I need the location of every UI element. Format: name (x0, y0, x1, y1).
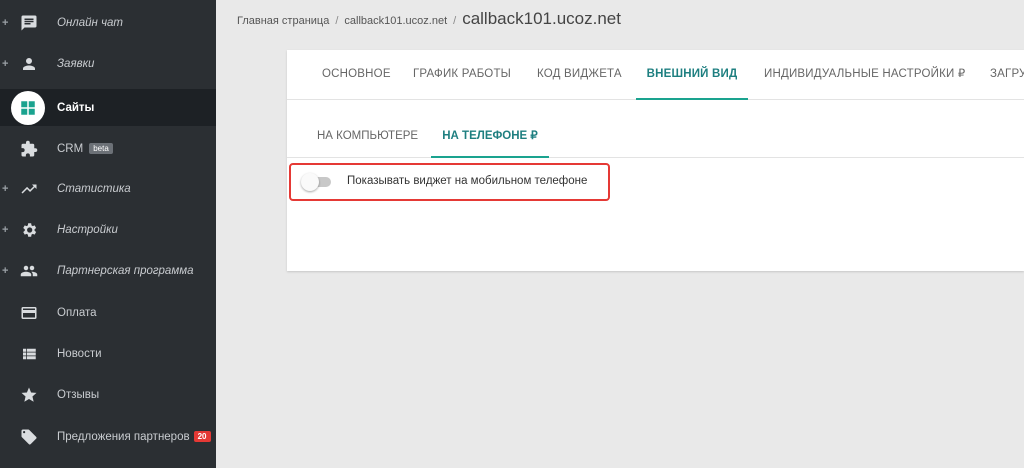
sidebar-item-crm[interactable]: CRM beta (0, 128, 216, 169)
sidebar-item-label: Оплата (57, 306, 97, 319)
count-badge: 20 (193, 430, 211, 442)
credit-card-icon (19, 303, 39, 323)
toggle-knob[interactable] (301, 173, 319, 191)
breadcrumb-separator: / (335, 15, 339, 27)
sidebar-item-label: Партнерская программа (57, 264, 194, 277)
partner-offers-label: Предложения партнеров (57, 430, 190, 443)
expand-icon[interactable]: + (2, 183, 8, 195)
sidebar-item-label: Предложения партнеров 20 (57, 431, 211, 443)
sidebar-item-label: Сайты (57, 101, 95, 114)
sidebar-item-label: Онлайн чат (57, 16, 124, 29)
expand-icon[interactable]: + (2, 265, 8, 277)
sidebar-item-requests[interactable]: + Заявки (0, 43, 216, 84)
tab-bar: ОСНОВНОЕ ГРАФИК РАБОТЫ КОД ВИДЖЕТА ВНЕШН… (287, 50, 1024, 100)
subtab-bar: НА КОМПЬЮТЕРЕ НА ТЕЛЕФОНЕ ₽ (287, 100, 1024, 158)
breadcrumb-site-link[interactable]: callback101.ucoz.net (344, 15, 447, 27)
sites-icon (11, 90, 45, 125)
sidebar-item-partner-offers[interactable]: Предложения партнеров 20 (0, 416, 216, 457)
breadcrumb-separator: / (453, 15, 457, 27)
chat-icon (19, 13, 39, 33)
tab-upload[interactable]: ЗАГРУ (990, 50, 1024, 100)
mobile-widget-toggle-row: Показывать виджет на мобильном телефоне (289, 163, 610, 201)
breadcrumb-home-link[interactable]: Главная страница (237, 15, 329, 27)
subtab-desktop[interactable]: НА КОМПЬЮТЕРЕ (317, 126, 418, 158)
sidebar-item-label: CRM beta (57, 143, 113, 155)
tab-widget-code[interactable]: КОД ВИДЖЕТА (537, 50, 622, 100)
tab-schedule[interactable]: ГРАФИК РАБОТЫ (413, 50, 511, 100)
tab-appearance[interactable]: ВНЕШНИЙ ВИД (636, 50, 748, 100)
people-icon (19, 261, 39, 281)
trending-up-icon (19, 179, 39, 199)
sidebar-item-label: Настройки (57, 223, 118, 236)
sidebar-item-label: Новости (57, 347, 102, 360)
crm-label: CRM (57, 142, 84, 155)
expand-icon[interactable]: + (2, 17, 8, 29)
expand-icon[interactable]: + (2, 58, 8, 70)
mobile-widget-toggle[interactable] (301, 173, 335, 191)
sidebar-item-label: Заявки (57, 57, 95, 70)
beta-badge: beta (89, 142, 113, 154)
settings-card: ОСНОВНОЕ ГРАФИК РАБОТЫ КОД ВИДЖЕТА ВНЕШН… (287, 50, 1024, 271)
sidebar-item-label: Статистика (57, 182, 131, 195)
sidebar-item-label: Отзывы (57, 388, 100, 401)
sidebar-item-payment[interactable]: Оплата (0, 292, 216, 333)
page-title: callback101.ucoz.net (462, 9, 621, 28)
star-icon (19, 385, 39, 405)
tab-individual-settings[interactable]: ИНДИВИДУАЛЬНЫЕ НАСТРОЙКИ ₽ (764, 50, 965, 100)
subtab-mobile[interactable]: НА ТЕЛЕФОНЕ ₽ (431, 126, 549, 158)
sidebar-item-settings[interactable]: + Настройки (0, 209, 216, 250)
sidebar: + Онлайн чат + Заявки Сайты CRM beta + Ст… (0, 0, 216, 468)
sidebar-item-sites[interactable]: Сайты (0, 89, 216, 126)
sidebar-item-reviews[interactable]: Отзывы (0, 374, 216, 415)
sidebar-item-news[interactable]: Новости (0, 333, 216, 374)
expand-icon[interactable]: + (2, 224, 8, 236)
person-icon (19, 54, 39, 74)
gear-icon (19, 220, 39, 240)
sidebar-item-partner-program[interactable]: + Партнерская программа (0, 250, 216, 291)
sidebar-item-statistics[interactable]: + Статистика (0, 168, 216, 209)
tab-basic[interactable]: ОСНОВНОЕ (322, 50, 391, 100)
list-icon (19, 344, 39, 364)
breadcrumb: Главная страница / callback101.ucoz.net … (237, 9, 621, 29)
tag-icon (19, 427, 39, 447)
sidebar-item-online-chat[interactable]: + Онлайн чат (0, 2, 216, 43)
toggle-label: Показывать виджет на мобильном телефоне (347, 175, 588, 187)
crm-icon (19, 139, 39, 159)
